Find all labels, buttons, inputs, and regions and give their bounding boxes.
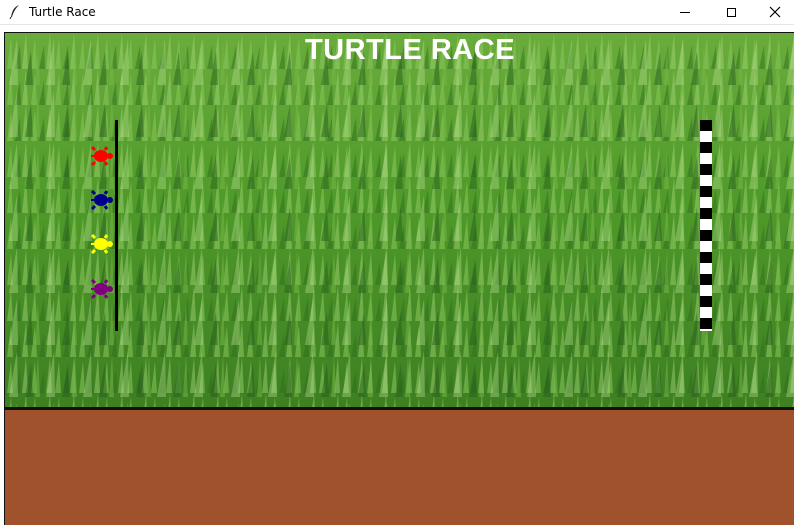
yellow-turtle-icon[interactable] (90, 234, 116, 254)
maximize-icon (726, 7, 736, 17)
purple-turtle-icon[interactable] (90, 279, 116, 299)
maximize-button[interactable] (708, 0, 754, 24)
race-title: TURTLE RACE (304, 34, 516, 66)
feather-icon (9, 5, 19, 20)
title-bar: Turtle Race (0, 0, 794, 25)
window-title: Turtle Race (29, 5, 96, 19)
red-turtle-icon[interactable] (90, 146, 116, 166)
minimize-button[interactable] (662, 0, 708, 24)
minimize-icon (680, 11, 690, 13)
finish-line (700, 120, 712, 331)
close-button[interactable] (752, 0, 794, 24)
blue-turtle-icon[interactable] (90, 190, 116, 210)
grass-field (4, 32, 794, 408)
dirt-ground (4, 410, 794, 525)
close-icon (769, 6, 781, 18)
race-canvas[interactable]: TURTLE RACE (2, 30, 794, 525)
grass-texture (5, 33, 794, 408)
